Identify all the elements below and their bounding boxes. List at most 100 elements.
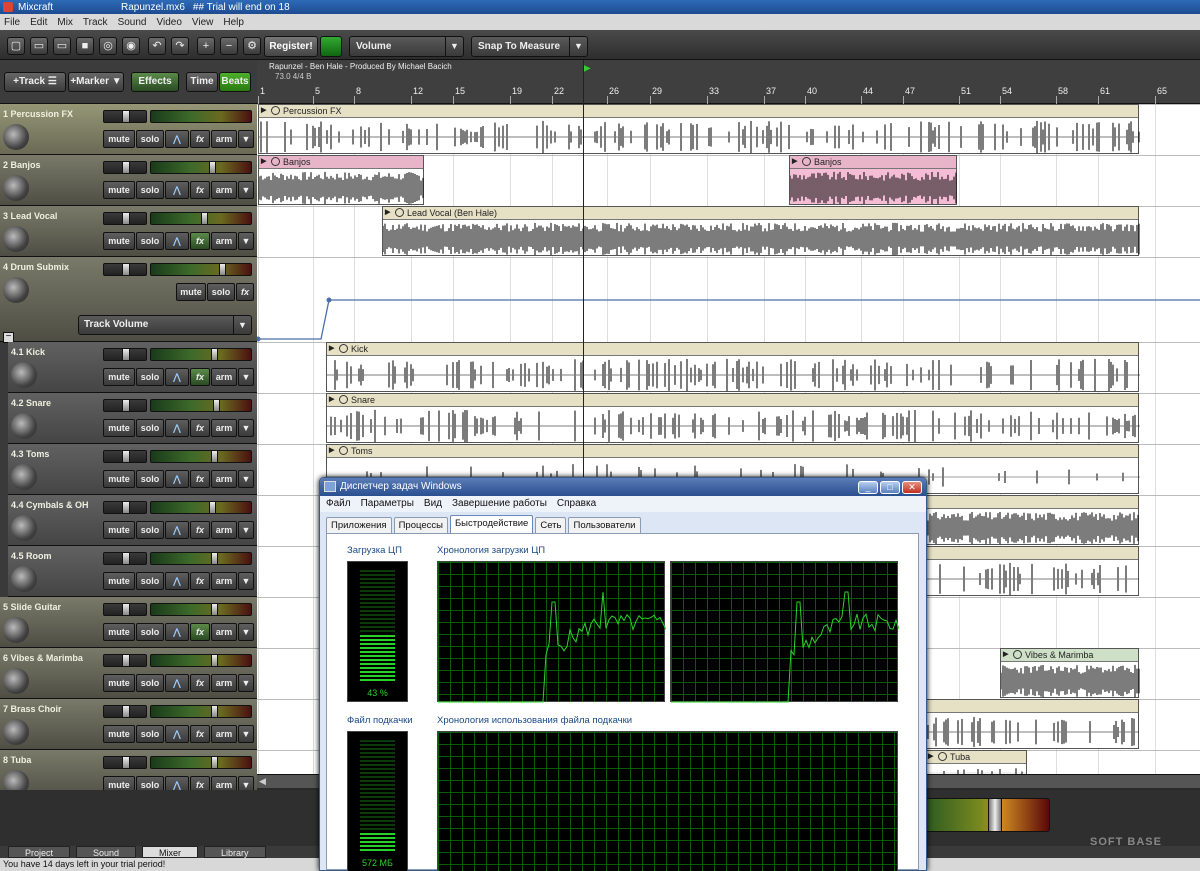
arm-button[interactable]: arm	[211, 725, 237, 743]
solo-button[interactable]: solo	[136, 470, 164, 488]
volume-thumb[interactable]	[219, 263, 226, 276]
open-folder-icon[interactable]: ▭	[30, 37, 48, 55]
solo-button[interactable]: solo	[136, 130, 164, 148]
tm-menu-help[interactable]: Справка	[557, 496, 596, 512]
volume-slider[interactable]	[150, 161, 252, 174]
track-header[interactable]: 1 Percussion FX mute solo ⋀ fx arm ▼	[0, 104, 257, 155]
fx-button[interactable]: fx	[190, 725, 210, 743]
track-header[interactable]: 6 Vibes & Marimba mute solo ⋀ fx arm ▼	[0, 648, 257, 699]
undo-icon[interactable]: ↶	[148, 37, 166, 55]
track-name[interactable]: 8 Tuba	[3, 755, 31, 765]
fx-button[interactable]: fx	[190, 470, 210, 488]
mute-button[interactable]: mute	[103, 130, 135, 148]
fx-button[interactable]: fx	[190, 419, 210, 437]
track-header[interactable]: 3 Lead Vocal mute solo ⋀ fx arm ▼	[0, 206, 257, 257]
track-menu-chevron-icon[interactable]: ▼	[238, 130, 254, 148]
volume-slider[interactable]	[150, 399, 252, 412]
menu-file[interactable]: File	[4, 17, 20, 28]
automation-icon[interactable]: ⋀	[165, 181, 189, 199]
clip-play-icon[interactable]: ▶	[329, 446, 338, 455]
volume-thumb[interactable]	[211, 654, 218, 667]
volume-dropdown[interactable]: Volume ▼	[349, 36, 464, 57]
pan-slider[interactable]	[103, 399, 147, 412]
mute-button[interactable]: mute	[103, 470, 135, 488]
pan-thumb[interactable]	[122, 399, 130, 412]
audio-clip[interactable]: ▶ Tuba	[925, 750, 1027, 774]
track-header[interactable]: 4.5 Room mute solo ⋀ fx arm ▼	[8, 546, 257, 597]
volume-thumb[interactable]	[209, 501, 216, 514]
fx-button[interactable]: fx	[190, 674, 210, 692]
beats-toggle[interactable]: Beats	[219, 72, 251, 92]
volume-thumb[interactable]	[201, 212, 208, 225]
tab-library[interactable]: Library	[204, 846, 266, 858]
pan-thumb[interactable]	[122, 603, 130, 616]
volume-slider[interactable]	[150, 348, 252, 361]
mute-button[interactable]: mute	[103, 674, 135, 692]
track-name[interactable]: 4.3 Toms	[11, 449, 49, 459]
mute-button[interactable]: mute	[103, 181, 135, 199]
volume-thumb[interactable]	[211, 450, 218, 463]
solo-button[interactable]: solo	[207, 283, 235, 301]
automation-param-dropdown[interactable]: Track Volume ▼	[78, 315, 252, 335]
solo-button[interactable]: solo	[136, 623, 164, 641]
volume-thumb[interactable]	[211, 756, 218, 769]
fx-button[interactable]: fx	[190, 623, 210, 641]
tab-performance[interactable]: Быстродействие	[449, 515, 534, 533]
automation-icon[interactable]: ⋀	[165, 725, 189, 743]
pan-slider[interactable]	[103, 212, 147, 225]
clip-header[interactable]	[918, 496, 1138, 509]
register-button[interactable]: Register!	[264, 36, 318, 57]
pan-slider[interactable]	[103, 450, 147, 463]
clip-header[interactable]: ▶ Vibes & Marimba	[1001, 649, 1138, 662]
arm-button[interactable]: arm	[211, 232, 237, 250]
automation-icon[interactable]: ⋀	[165, 572, 189, 590]
clip-play-icon[interactable]: ▶	[329, 344, 338, 353]
fx-button[interactable]: fx	[190, 181, 210, 199]
solo-button[interactable]: solo	[136, 725, 164, 743]
clip-play-icon[interactable]: ▶	[261, 157, 270, 166]
add-track-button[interactable]: +Track ☰	[4, 72, 66, 92]
clip-loop-icon[interactable]	[938, 752, 947, 761]
open-recent-icon[interactable]: ▭	[53, 37, 71, 55]
volume-slider[interactable]	[150, 212, 252, 225]
automation-icon[interactable]: ⋀	[165, 368, 189, 386]
volume-thumb[interactable]	[213, 399, 220, 412]
mixdown-icon[interactable]: ◉	[122, 37, 140, 55]
volume-thumb[interactable]	[211, 552, 218, 565]
tab-applications[interactable]: Приложения	[326, 517, 392, 533]
mute-button[interactable]: mute	[103, 232, 135, 250]
volume-slider[interactable]	[150, 552, 252, 565]
clip-header[interactable]	[918, 547, 1138, 560]
pan-thumb[interactable]	[122, 212, 130, 225]
tab-network[interactable]: Сеть	[535, 517, 567, 533]
fx-button[interactable]: fx	[236, 283, 254, 301]
audio-clip[interactable]: ▶ Vibes & Marimba	[1000, 648, 1140, 698]
solo-button[interactable]: solo	[136, 521, 164, 539]
pan-thumb[interactable]	[122, 654, 130, 667]
mute-button[interactable]: mute	[103, 776, 135, 790]
track-name[interactable]: 6 Vibes & Marimba	[3, 653, 83, 663]
effects-button[interactable]: Effects	[131, 72, 179, 92]
fx-button[interactable]: fx	[190, 232, 210, 250]
close-icon[interactable]: ✕	[902, 481, 922, 494]
burn-cd-icon[interactable]: ◎	[99, 37, 117, 55]
track-menu-chevron-icon[interactable]: ▼	[238, 776, 254, 790]
volume-slider[interactable]	[150, 110, 252, 123]
track-name[interactable]: 4.2 Snare	[11, 398, 51, 408]
arm-button[interactable]: arm	[211, 470, 237, 488]
pan-thumb[interactable]	[122, 263, 130, 276]
track-header[interactable]: 4.2 Snare mute solo ⋀ fx arm ▼	[8, 393, 257, 444]
arm-button[interactable]: arm	[211, 368, 237, 386]
clip-loop-icon[interactable]	[271, 106, 280, 115]
pan-thumb[interactable]	[122, 552, 130, 565]
clip-play-icon[interactable]: ▶	[329, 395, 338, 404]
track-menu-chevron-icon[interactable]: ▼	[238, 623, 254, 641]
arm-button[interactable]: arm	[211, 181, 237, 199]
tm-menu-file[interactable]: Файл	[326, 496, 351, 512]
solo-button[interactable]: solo	[136, 368, 164, 386]
audio-clip[interactable]: ▶ Kick	[326, 342, 1140, 392]
pan-slider[interactable]	[103, 161, 147, 174]
volume-thumb[interactable]	[211, 705, 218, 718]
pan-thumb[interactable]	[122, 501, 130, 514]
zoom-in-icon[interactable]: +	[197, 37, 215, 55]
